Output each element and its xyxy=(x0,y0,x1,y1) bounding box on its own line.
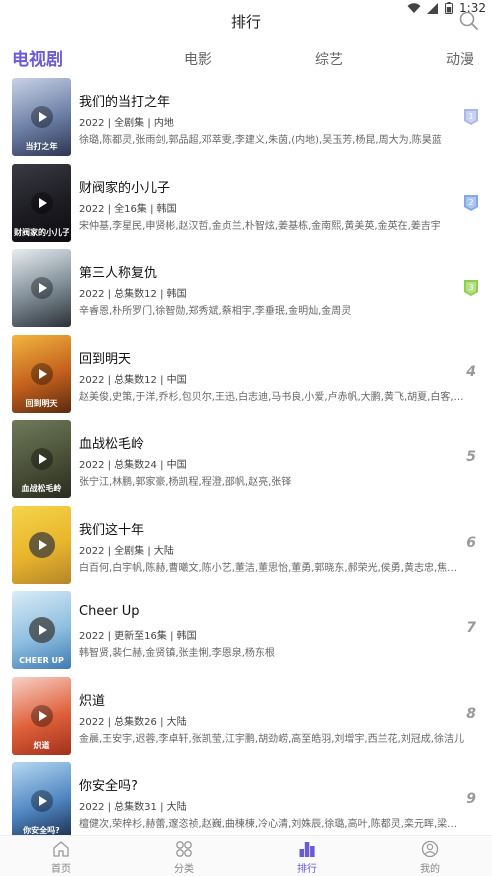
nav-category-label: 分类 xyxy=(174,864,194,875)
rank-number: 9 xyxy=(466,791,476,807)
poster-image[interactable]: CHEER UP xyxy=(12,591,71,669)
poster-image[interactable] xyxy=(12,249,71,327)
ranking-icon xyxy=(299,842,315,857)
top-bar: 排行 xyxy=(0,8,492,34)
tab-anime[interactable]: 动漫 xyxy=(446,46,474,74)
nav-ranking-label: 排行 xyxy=(297,864,317,875)
nav-home[interactable]: 首页 xyxy=(31,840,91,875)
item-cast: 白百何,白宇帆,陈赫,曹曦文,陈小艺,董洁,董思怡,董勇,郭晓东,郝荣光,侯勇,… xyxy=(79,562,464,574)
nav-profile[interactable]: 我的 xyxy=(400,840,460,875)
nav-ranking[interactable]: 排行 xyxy=(277,840,337,875)
play-icon[interactable] xyxy=(28,531,55,558)
item-title[interactable]: 你安全吗? xyxy=(79,775,138,794)
item-cast: 赵美俊,史策,于洋,乔杉,包贝尔,王迅,白志迪,马书良,小爱,卢赤帆,大鹏,黄飞… xyxy=(79,391,464,403)
item-cast: 宋仲基,李星民,申贤彬,赵汉哲,金贞兰,朴智炫,姜基栋,金南熙,黄美英,金英在,… xyxy=(79,220,441,232)
poster-image[interactable]: 你安全吗? xyxy=(12,762,71,840)
item-title[interactable]: 财阀家的小儿子 xyxy=(79,177,170,196)
item-cast: 韩智贤,裴仁赫,金贤镇,张圭悧,李恩泉,杨东根 xyxy=(79,648,275,659)
list-item[interactable]: 第三人称复仇 2022 | 总集数12 | 韩国辛睿恩,朴所罗门,徐智勋,郑秀斌,… xyxy=(0,248,492,333)
item-meta: 2022 | 全剧集 | 大陆 xyxy=(79,545,174,557)
item-cast: 檀健次,荣梓杉,赫蕾,邃恣祯,赵巍,曲楝楝,冷心清,刘姝辰,徐璐,高叶,陈都灵,… xyxy=(79,819,464,830)
poster-image[interactable] xyxy=(12,505,71,584)
item-title[interactable]: 第三人称复仇 xyxy=(79,262,157,281)
item-title[interactable]: 炽道 xyxy=(79,690,105,709)
item-cast: 辛睿恩,朴所罗门,徐智勋,郑秀斌,蔡相宇,李垂珉,金明灿,金周灵 xyxy=(79,306,352,317)
play-icon[interactable] xyxy=(28,617,55,643)
list-item[interactable]: 血战松毛岭 血战松毛岭 2022 | 总集数24 | 中国 张宁江,林鹏,郭家豪,杨凯… xyxy=(0,419,492,504)
rank-number: 7 xyxy=(466,620,476,636)
poster-image[interactable]: 当打之年 xyxy=(12,78,71,156)
list-item[interactable]: 我们这十年 2022 | 全剧集 | 大陆白百何,白宇帆,陈赫,曹曦文,陈小艺,董… xyxy=(0,505,492,590)
item-meta: 2022 | 总集数31 | 大陆 xyxy=(79,802,187,813)
poster-caption: 当打之年 xyxy=(25,142,58,151)
poster-image[interactable]: 回到明天 xyxy=(12,334,71,413)
rank-number: 1 xyxy=(468,112,473,121)
tab-tv-series[interactable]: 电视剧 xyxy=(12,46,63,74)
play-icon[interactable] xyxy=(30,448,53,470)
poster-caption: CHEER UP xyxy=(19,656,64,665)
rank-number: 2 xyxy=(468,198,473,207)
poster-caption: 血战松毛岭 xyxy=(21,484,62,493)
item-meta: 2022 | 总集数24 | 中国 xyxy=(79,460,187,471)
poster-caption: 财阀家的小儿子 xyxy=(14,227,69,237)
poster-caption: 炽道 xyxy=(33,740,50,750)
poster-image[interactable]: 血战松毛岭 xyxy=(12,420,71,498)
item-title[interactable]: 我们这十年 xyxy=(79,519,144,538)
poster-image[interactable]: 财阀家的小儿子 xyxy=(12,163,71,242)
rank-number: 5 xyxy=(466,449,476,465)
nav-home-label: 首页 xyxy=(51,864,71,875)
list-item[interactable]: 炽道 炽道 2022 | 总集数26 | 大陆 金晨,王安宇,迟蓉,李卓轩,张凯莹,江… xyxy=(0,676,492,761)
tab-variety[interactable]: 综艺 xyxy=(315,46,343,74)
search-button[interactable] xyxy=(458,10,480,32)
rank-medal-icon: 3 xyxy=(464,280,478,296)
tab-movies[interactable]: 电影 xyxy=(184,46,212,74)
bottom-nav: 首页 分类 排行 我的 xyxy=(0,835,492,876)
nav-category[interactable]: 分类 xyxy=(154,840,214,875)
item-cast: 金晨,王安宇,迟蓉,李卓轩,张凯莹,江宇鹏,胡劲崂,高至皓羽,刘增宇,西兰花,刘… xyxy=(79,733,464,745)
nav-profile-label: 我的 xyxy=(420,864,440,875)
play-icon[interactable] xyxy=(30,790,53,812)
item-cast: 徐璐,陈都灵,张雨剑,郭品超,邓萃雯,李建义,朱茵,(内地),吴玉芳,杨昆,周大… xyxy=(79,135,442,146)
list-item[interactable]: 你安全吗? 你安全吗? 2022 | 总集数31 | 大陆檀健次,荣梓杉,赫蕾,邃恣… xyxy=(0,761,492,846)
poster-image[interactable]: 炽道 xyxy=(12,676,71,755)
list-item[interactable]: 财阀家的小儿子 财阀家的小儿子 2022 | 全16集 | 韩国 宋仲基,李星民,申贤… xyxy=(0,163,492,248)
item-meta: 2022 | 全16集 | 韩国 xyxy=(79,203,177,215)
item-title[interactable]: 血战松毛岭 xyxy=(79,433,144,452)
item-meta: 2022 | 总集数12 | 韩国 xyxy=(79,289,187,300)
list-item[interactable]: 当打之年 我们的当打之年 2022 | 全剧集 | 内地徐璐,陈都灵,张雨剑,郭品超… xyxy=(0,77,492,162)
item-meta: 2022 | 总集数12 | 中国 xyxy=(79,374,187,386)
list-item[interactable]: CHEER UP Cheer Up 2022 | 更新至16集 | 韩国韩智贤,裴仁… xyxy=(0,590,492,675)
rank-medal-icon: 2 xyxy=(464,194,478,211)
play-icon[interactable] xyxy=(30,277,53,299)
rank-number: 8 xyxy=(466,705,476,722)
item-title[interactable]: Cheer Up xyxy=(79,604,140,619)
play-icon[interactable] xyxy=(30,704,53,727)
page-title: 排行 xyxy=(230,13,261,31)
item-meta: 2022 | 总集数26 | 大陆 xyxy=(79,716,187,728)
item-title[interactable]: 我们的当打之年 xyxy=(79,91,170,110)
item-cast: 张宁江,林鹏,郭家豪,杨凯程,程澄,邵帆,赵亮,张铎 xyxy=(79,477,292,488)
play-icon[interactable] xyxy=(30,191,53,214)
play-icon[interactable] xyxy=(30,362,53,385)
search-icon xyxy=(459,11,478,30)
category-tabs: 电视剧 电影 综艺 动漫 xyxy=(0,46,492,76)
item-meta: 2022 | 更新至16集 | 韩国 xyxy=(79,631,197,642)
grid-icon xyxy=(176,841,192,857)
home-icon xyxy=(53,841,69,857)
list-item[interactable]: 回到明天 回到明天 2022 | 总集数12 | 中国 赵美俊,史策,于洋,乔杉,包贝… xyxy=(0,334,492,419)
rank-number: 6 xyxy=(466,534,476,551)
rank-number: 4 xyxy=(466,363,476,380)
play-icon[interactable] xyxy=(30,106,53,128)
rank-number: 3 xyxy=(468,283,473,292)
item-meta: 2022 | 全剧集 | 内地 xyxy=(79,118,174,129)
item-title[interactable]: 回到明天 xyxy=(79,348,131,367)
rank-medal-icon: 1 xyxy=(464,109,478,125)
profile-icon xyxy=(421,840,439,858)
poster-caption: 回到明天 xyxy=(25,398,58,408)
